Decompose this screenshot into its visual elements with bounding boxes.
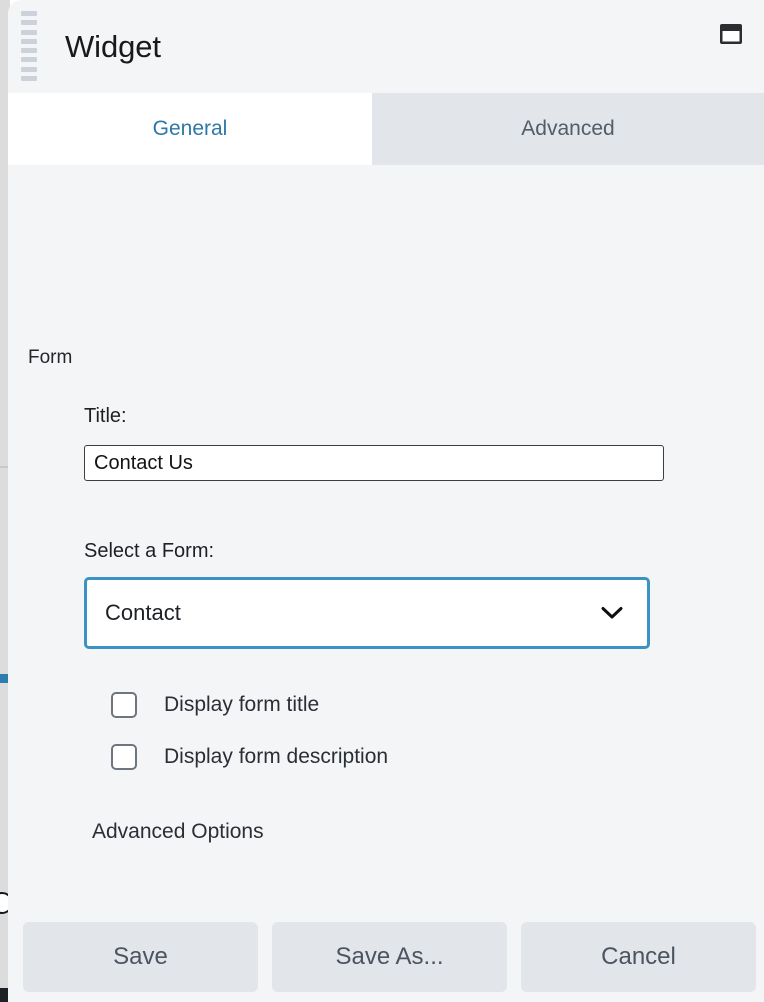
form-section-label: Form xyxy=(28,347,73,368)
form-select-value: Contact xyxy=(105,600,181,625)
chevron-down-icon xyxy=(601,606,623,620)
cancel-button[interactable]: Cancel xyxy=(521,922,756,992)
select-a-form-label: Select a Form: xyxy=(84,540,215,562)
panel-header: Widget xyxy=(8,0,764,93)
page-title: Widget xyxy=(65,29,161,64)
panel-footer: Save Save As... Cancel xyxy=(8,912,764,1002)
save-button[interactable]: Save xyxy=(23,922,258,992)
window-panel-icon[interactable] xyxy=(716,19,746,49)
title-field-group: Title: xyxy=(84,405,664,481)
tab-bar: General Advanced xyxy=(8,93,764,165)
grip-handle-icon[interactable] xyxy=(21,11,37,81)
checkbox-box[interactable] xyxy=(111,744,137,770)
form-select[interactable]: Contact xyxy=(84,577,650,649)
save-as-button[interactable]: Save As... xyxy=(272,922,507,992)
checkbox-display-form-title[interactable]: Display form title xyxy=(111,692,319,718)
advanced-options-toggle[interactable]: Advanced Options xyxy=(92,820,264,844)
checkbox-label: Display form description xyxy=(164,745,389,768)
checkbox-label: Display form title xyxy=(164,693,320,716)
checkbox-display-form-description[interactable]: Display form description xyxy=(111,744,388,770)
title-label: Title: xyxy=(84,405,127,427)
title-input[interactable] xyxy=(84,445,664,481)
tab-advanced[interactable]: Advanced xyxy=(372,93,764,165)
panel-body: Form Title: Select a Form: Contact Displ… xyxy=(8,165,764,912)
widget-settings-panel: Widget General Advanced Form Title: Sele… xyxy=(8,0,764,1002)
tab-general[interactable]: General xyxy=(8,93,372,165)
checkbox-box[interactable] xyxy=(111,692,137,718)
select-field-group: Select a Form: Contact xyxy=(84,540,650,649)
